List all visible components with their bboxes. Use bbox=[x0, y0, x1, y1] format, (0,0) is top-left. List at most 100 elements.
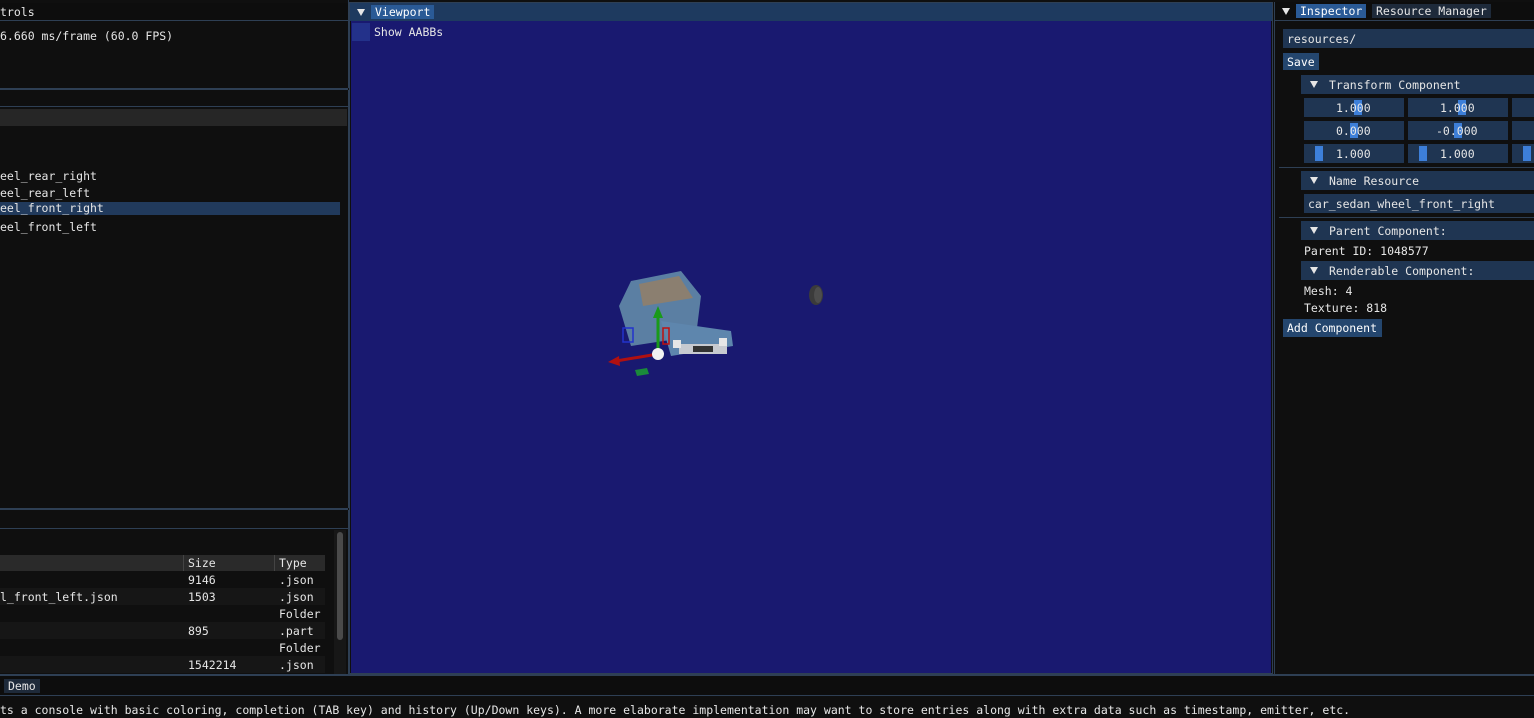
transform-component-header[interactable]: Transform Component bbox=[1301, 75, 1534, 94]
collapse-triangle-icon[interactable] bbox=[1310, 267, 1318, 274]
add-component-button[interactable]: Add Component bbox=[1283, 319, 1382, 337]
console-tab-demo[interactable]: Demo bbox=[4, 679, 40, 693]
table-row[interactable]: Folder bbox=[0, 605, 325, 622]
transform-y-field[interactable]: 1.000 bbox=[1408, 144, 1508, 163]
section-divider bbox=[1279, 217, 1534, 218]
hierarchy-item[interactable]: eel_front_left bbox=[0, 219, 340, 236]
parent-component-header[interactable]: Parent Component: bbox=[1301, 221, 1534, 240]
cell-size: 1503 bbox=[188, 590, 216, 604]
console-tab-bar: Demo bbox=[0, 676, 1534, 695]
car-model[interactable] bbox=[601, 266, 751, 376]
file-browser-panel: Size Type 9146 .json l_front_left.json 1… bbox=[0, 510, 349, 674]
cell-type: Folder bbox=[279, 641, 321, 655]
mesh-info: Mesh: 4 bbox=[1304, 284, 1353, 298]
cell-size: 895 bbox=[188, 624, 209, 638]
column-divider[interactable] bbox=[274, 555, 275, 571]
table-row[interactable]: 1542214 .json bbox=[0, 656, 325, 673]
save-button[interactable]: Save bbox=[1283, 53, 1319, 70]
hierarchy-item[interactable]: eel_rear_right bbox=[0, 168, 340, 185]
parent-id: Parent ID: 1048577 bbox=[1304, 244, 1429, 258]
resource-path-input[interactable]: resources/ bbox=[1283, 29, 1534, 48]
cell-type: .json bbox=[279, 658, 314, 672]
console-text: ts a console with basic coloring, comple… bbox=[0, 703, 1351, 717]
hierarchy-item-label: eel_front_right bbox=[0, 201, 104, 215]
name-resource-header[interactable]: Name Resource bbox=[1301, 171, 1534, 190]
collapse-triangle-icon[interactable] bbox=[357, 9, 365, 16]
hierarchy-item-label: eel_rear_right bbox=[0, 169, 97, 183]
transform-z-field[interactable] bbox=[1512, 98, 1534, 117]
transform-y-field[interactable]: -0.000 bbox=[1408, 121, 1508, 140]
table-row[interactable]: 895 .part bbox=[0, 622, 325, 639]
cell-type: Folder bbox=[279, 607, 321, 621]
cell-name: l_front_left.json bbox=[0, 590, 118, 604]
inspector-title-divider bbox=[1275, 20, 1534, 21]
transform-x-field[interactable]: 0.000 bbox=[1304, 121, 1404, 140]
viewport-title-bar[interactable]: Viewport bbox=[350, 3, 1272, 21]
transform-x-field[interactable]: 1.000 bbox=[1304, 144, 1404, 163]
tab-inspector[interactable]: Inspector bbox=[1296, 4, 1367, 18]
name-input[interactable]: car_sedan_wheel_front_right bbox=[1304, 194, 1534, 213]
hierarchy-root-row[interactable] bbox=[0, 109, 347, 126]
column-header-type[interactable]: Type bbox=[279, 556, 307, 570]
cell-type: .part bbox=[279, 624, 314, 638]
hierarchy-item-selected[interactable]: eel_front_right bbox=[0, 202, 340, 215]
table-row[interactable]: Folder bbox=[0, 639, 325, 656]
controls-title: trols bbox=[0, 5, 35, 19]
column-divider[interactable] bbox=[183, 555, 184, 571]
renderable-component-header[interactable]: Renderable Component: bbox=[1301, 261, 1534, 280]
controls-title-divider bbox=[0, 20, 348, 21]
hierarchy-item[interactable]: eel_rear_left bbox=[0, 185, 340, 202]
transform-value: 1.000 bbox=[1440, 147, 1475, 161]
inspector-title-bar[interactable]: Inspector Resource Manager bbox=[1275, 2, 1534, 20]
add-component-label: Add Component bbox=[1287, 321, 1378, 335]
slider-grab[interactable] bbox=[1419, 146, 1427, 161]
transform-z-field[interactable] bbox=[1512, 144, 1534, 163]
slider-grab[interactable] bbox=[1523, 146, 1531, 161]
viewport-scene[interactable]: Show AABBs bbox=[351, 21, 1271, 673]
collapse-triangle-icon[interactable] bbox=[1282, 8, 1290, 15]
cell-type: .json bbox=[279, 590, 314, 604]
transform-x-field[interactable]: 1.000 bbox=[1304, 98, 1404, 117]
cell-size: 9146 bbox=[188, 573, 216, 587]
hierarchy-title-divider bbox=[0, 106, 348, 107]
scrollbar-thumb[interactable] bbox=[337, 532, 343, 640]
name-value: car_sedan_wheel_front_right bbox=[1308, 197, 1495, 211]
file-browser-scrollbar[interactable] bbox=[334, 530, 346, 674]
cell-type: .json bbox=[279, 573, 314, 587]
column-header-size[interactable]: Size bbox=[188, 556, 216, 570]
controls-panel: trols 6.660 ms/frame (60.0 FPS) bbox=[0, 0, 349, 88]
controls-title-bar[interactable]: trols bbox=[0, 3, 348, 20]
slider-grab[interactable] bbox=[1315, 146, 1323, 161]
transform-value: 1.000 bbox=[1336, 147, 1371, 161]
console-tab-divider bbox=[0, 695, 1534, 696]
console-panel: Demo ts a console with basic coloring, c… bbox=[0, 676, 1534, 718]
viewport-panel: Viewport Show AABBs bbox=[349, 2, 1273, 674]
tab-resource-manager[interactable]: Resource Manager bbox=[1372, 4, 1491, 18]
parent-component-label: Parent Component: bbox=[1329, 224, 1447, 238]
section-divider bbox=[1279, 167, 1534, 168]
transform-value: 1.000 bbox=[1440, 101, 1475, 115]
table-row[interactable]: l_front_left.json 1503 .json bbox=[0, 588, 325, 605]
fps-readout: 6.660 ms/frame (60.0 FPS) bbox=[0, 29, 174, 43]
transform-value: -0.000 bbox=[1436, 124, 1478, 138]
viewport-tab[interactable]: Viewport bbox=[371, 5, 435, 19]
show-aabbs-label: Show AABBs bbox=[374, 25, 444, 39]
show-aabbs-checkbox[interactable] bbox=[352, 23, 370, 41]
file-browser-title-divider bbox=[0, 528, 348, 529]
texture-info: Texture: 818 bbox=[1304, 301, 1388, 315]
collapse-triangle-icon[interactable] bbox=[1310, 227, 1318, 234]
wheel-model[interactable] bbox=[806, 283, 826, 307]
transform-value: 0.000 bbox=[1336, 124, 1371, 138]
table-row[interactable]: 9146 .json bbox=[0, 571, 325, 588]
hierarchy-item-label: eel_rear_left bbox=[0, 186, 91, 200]
file-table-header: Size Type bbox=[0, 555, 325, 571]
transform-z-field[interactable] bbox=[1512, 121, 1534, 140]
save-button-label: Save bbox=[1287, 55, 1315, 69]
inspector-panel: Inspector Resource Manager resources/ Sa… bbox=[1274, 2, 1534, 674]
collapse-triangle-icon[interactable] bbox=[1310, 81, 1318, 88]
transform-value: 1.000 bbox=[1336, 101, 1371, 115]
resource-path-value: resources/ bbox=[1287, 32, 1357, 46]
transform-y-field[interactable]: 1.000 bbox=[1408, 98, 1508, 117]
hierarchy-panel: eel_rear_right eel_rear_left eel_front_r… bbox=[0, 90, 349, 508]
collapse-triangle-icon[interactable] bbox=[1310, 177, 1318, 184]
